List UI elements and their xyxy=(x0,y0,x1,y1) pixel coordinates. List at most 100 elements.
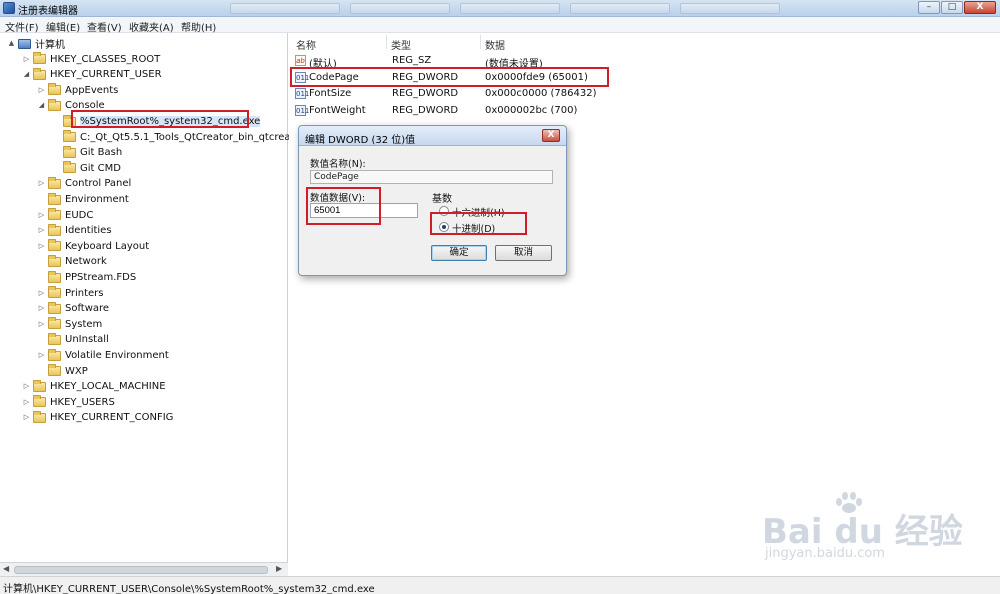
tree-item[interactable]: ▷ System xyxy=(37,317,102,332)
expand-toggle-icon[interactable]: ▷ xyxy=(22,410,31,425)
value-row[interactable]: 011 FontSize REG_DWORD 0x000c0000 (786432) xyxy=(289,86,989,102)
background-tab-ghost xyxy=(230,3,340,14)
tree-item[interactable]: ▷ HKEY_CURRENT_CONFIG xyxy=(22,410,173,425)
tree-item[interactable]: Git Bash xyxy=(52,145,122,160)
tree-item[interactable]: ▷ Identities xyxy=(37,223,112,238)
registry-tree[interactable]: ▷ HKEY_CURRENT_CONFIG ▷ HKEY_USERS ▷ HKEY_LOC… xyxy=(0,33,310,576)
dialog-title-bar: 编辑 DWORD (32 位)值 X xyxy=(299,126,566,146)
folder-icon xyxy=(63,161,76,174)
background-tab-ghost xyxy=(350,3,450,14)
hex-radio[interactable] xyxy=(439,206,449,216)
column-header-type[interactable]: 类型 xyxy=(391,37,411,52)
tree-item[interactable]: ▷ HKEY_USERS xyxy=(22,395,115,410)
expand-toggle-icon[interactable]: ▷ xyxy=(37,208,46,223)
menu-view[interactable]: 查看(V) xyxy=(87,19,122,34)
tree-item-label: Software xyxy=(65,303,110,315)
tree-item[interactable]: Environment xyxy=(37,192,129,207)
tree-item[interactable]: ▷ Volatile Environment xyxy=(37,348,169,363)
menu-favorites[interactable]: 收藏夹(A) xyxy=(129,19,174,34)
expand-toggle-icon[interactable]: ▷ xyxy=(37,348,46,363)
dialog-close-button[interactable]: X xyxy=(542,129,560,142)
value-row[interactable]: 011 CodePage REG_DWORD 0x0000fde9 (65001) xyxy=(289,70,989,86)
tree-item[interactable]: ▲ 计算机 xyxy=(7,36,65,51)
maximize-button[interactable]: □ xyxy=(941,1,963,14)
value-type-cell: REG_DWORD xyxy=(392,104,459,116)
expand-toggle-icon[interactable]: ▷ xyxy=(22,52,31,67)
tree-item-label: %SystemRoot%_system32_cmd.exe xyxy=(80,116,261,127)
expand-toggle-icon[interactable]: ▷ xyxy=(37,176,46,191)
tree-item[interactable]: ◢ HKEY_CURRENT_USER xyxy=(22,67,162,82)
column-divider[interactable] xyxy=(480,35,481,49)
scroll-right-arrow-icon[interactable]: ▶ xyxy=(276,564,282,573)
folder-icon xyxy=(48,239,61,252)
window-title: 注册表编辑器 xyxy=(18,6,78,17)
folder-icon xyxy=(48,332,61,345)
tree-item[interactable]: ▷ Software xyxy=(37,301,109,316)
folder-icon xyxy=(48,270,61,283)
tree-item[interactable]: WXP xyxy=(37,364,88,379)
expand-toggle-icon[interactable]: ◢ xyxy=(37,98,46,113)
folder-icon xyxy=(48,317,61,330)
value-row[interactable]: 011 FontWeight REG_DWORD 0x000002bc (700) xyxy=(289,103,989,119)
hex-radio-label[interactable]: 十六进制(H) xyxy=(452,205,505,219)
expand-toggle-icon[interactable]: ▷ xyxy=(37,301,46,316)
edit-dword-dialog: 编辑 DWORD (32 位)值 X 数值名称(N): CodePage 数值数… xyxy=(298,125,567,276)
column-header-name[interactable]: 名称 xyxy=(296,37,316,52)
value-row[interactable]: ab (默认) REG_SZ (数值未设置) xyxy=(289,53,989,70)
column-divider[interactable] xyxy=(386,35,387,49)
value-data-input[interactable] xyxy=(310,203,418,218)
tree-item-label: Identities xyxy=(65,225,112,237)
background-tab-ghost xyxy=(570,3,670,14)
tree-item[interactable]: ▷ Control Panel xyxy=(37,176,131,191)
tree-item-label: HKEY_USERS xyxy=(50,396,115,408)
tree-item[interactable]: ▷ HKEY_CLASSES_ROOT xyxy=(22,52,160,67)
tree-horizontal-scrollbar[interactable]: ◀ ▶ xyxy=(0,562,288,576)
tree-item[interactable]: Git CMD xyxy=(52,161,121,176)
menu-edit[interactable]: 编辑(E) xyxy=(46,19,80,34)
tree-item[interactable]: Network xyxy=(37,254,107,269)
minimize-button[interactable]: – xyxy=(918,1,940,14)
folder-icon xyxy=(48,348,61,361)
tree-item[interactable]: ▷ Keyboard Layout xyxy=(37,239,149,254)
tree-item[interactable]: ◢ Console xyxy=(37,98,105,113)
tree-item-label: HKEY_LOCAL_MACHINE xyxy=(50,381,166,393)
expand-toggle-icon[interactable]: ▲ xyxy=(7,36,16,51)
baidu-watermark: Bai du 经验 jingyan.baidu.com xyxy=(762,490,992,570)
value-name-cell: FontWeight xyxy=(309,104,366,116)
ok-button[interactable]: 确定 xyxy=(431,245,487,261)
column-header-data[interactable]: 数据 xyxy=(485,37,505,52)
folder-icon xyxy=(33,67,46,80)
expand-toggle-icon[interactable]: ▷ xyxy=(37,83,46,98)
status-path: 计算机\HKEY_CURRENT_USER\Console\%SystemRoo… xyxy=(3,584,375,594)
expand-toggle-icon[interactable]: ▷ xyxy=(37,223,46,238)
expand-toggle-icon[interactable]: ▷ xyxy=(37,317,46,332)
tree-item[interactable]: ▷ Printers xyxy=(37,286,103,301)
expand-toggle-icon[interactable]: ◢ xyxy=(22,67,31,82)
decimal-radio-label[interactable]: 十进制(D) xyxy=(452,221,495,235)
tree-item[interactable]: ▷ HKEY_LOCAL_MACHINE xyxy=(22,379,166,394)
folder-icon xyxy=(48,223,61,236)
folder-icon xyxy=(33,395,46,408)
tree-item[interactable]: ▷ AppEvents xyxy=(37,83,118,98)
tree-item[interactable]: UnInstall xyxy=(37,332,109,347)
close-button[interactable]: X xyxy=(964,1,996,14)
tree-item[interactable]: ▷ EUDC xyxy=(37,208,93,223)
cancel-button[interactable]: 取消 xyxy=(495,245,552,261)
watermark-url: jingyan.baidu.com xyxy=(765,546,885,561)
menu-file[interactable]: 文件(F) xyxy=(5,19,39,34)
menu-bar: 文件(F) 编辑(E) 查看(V) 收藏夹(A) 帮助(H) xyxy=(0,17,1000,34)
tree-item-label: Console xyxy=(65,100,105,112)
scroll-left-arrow-icon[interactable]: ◀ xyxy=(3,564,9,573)
expand-toggle-icon[interactable]: ▷ xyxy=(37,239,46,254)
tree-item[interactable]: C:_Qt_Qt5.5.1_Tools_QtCreator_bin_qtcrea… xyxy=(52,130,310,145)
expand-toggle-icon[interactable]: ▷ xyxy=(37,286,46,301)
value-type-cell: REG_DWORD xyxy=(392,71,459,83)
folder-icon xyxy=(48,301,61,314)
tree-item[interactable]: %SystemRoot%_system32_cmd.exe xyxy=(52,114,261,129)
expand-toggle-icon[interactable]: ▷ xyxy=(22,379,31,394)
scrollbar-thumb[interactable] xyxy=(14,566,268,574)
decimal-radio[interactable] xyxy=(439,222,449,232)
tree-item[interactable]: PPStream.FDS xyxy=(37,270,136,285)
expand-toggle-icon[interactable]: ▷ xyxy=(22,395,31,410)
menu-help[interactable]: 帮助(H) xyxy=(181,19,216,34)
